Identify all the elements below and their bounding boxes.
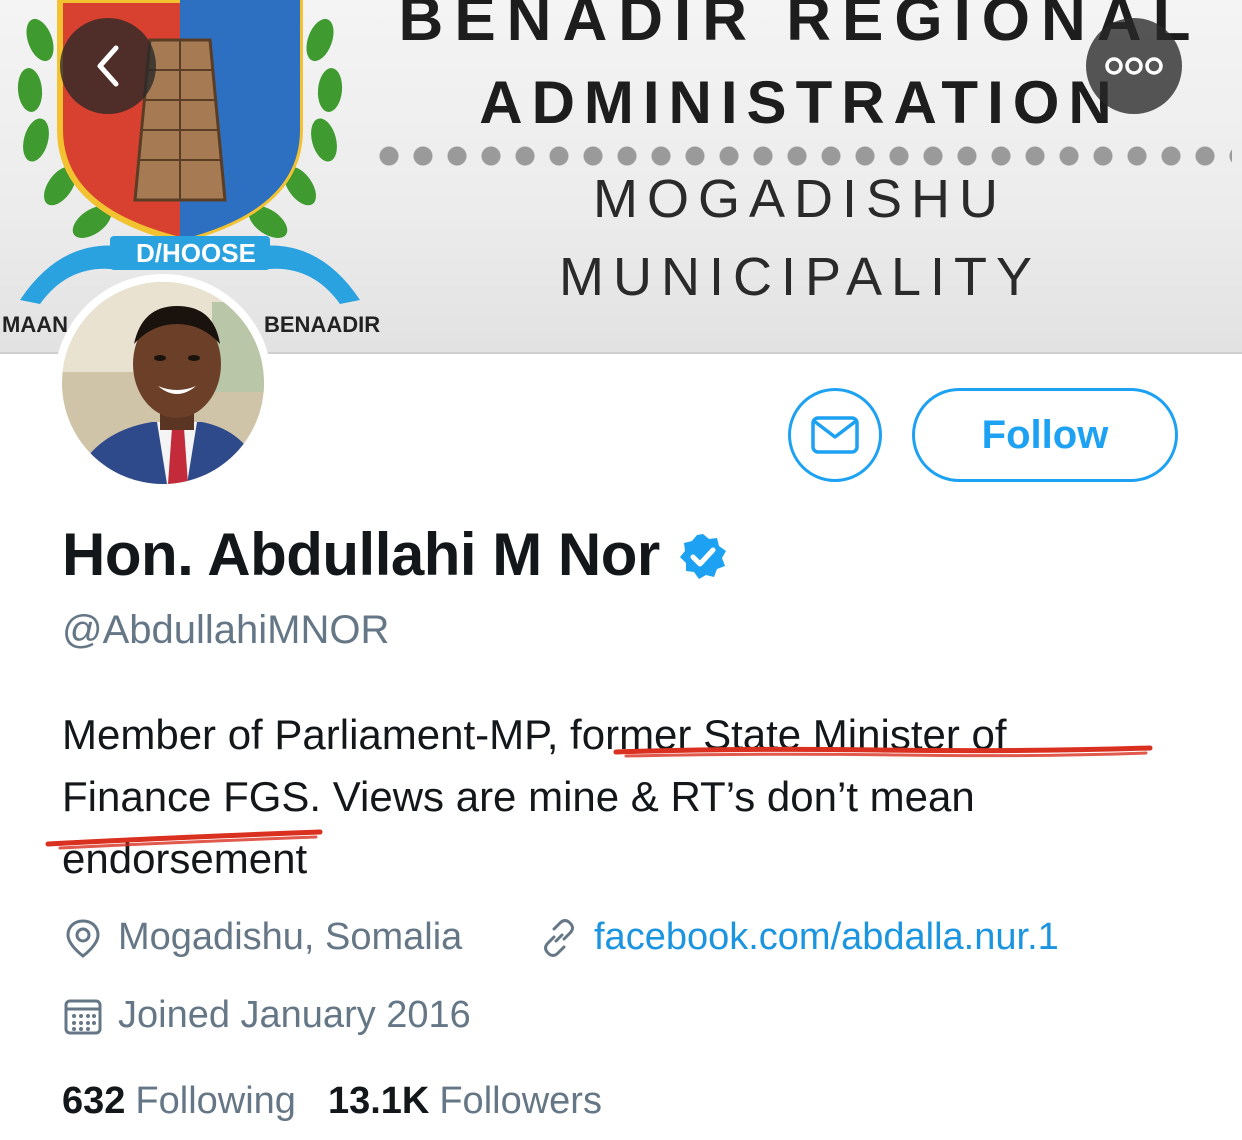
profile-avatar[interactable] [54, 274, 272, 492]
link-icon [544, 918, 574, 957]
followers-label: Followers [439, 1080, 602, 1122]
join-date-text: Joined January 2016 [118, 994, 471, 1036]
followers-count: 13.1K [327, 1080, 430, 1122]
following-stat[interactable]: 632 Following [62, 1080, 296, 1123]
follow-button[interactable]: Follow [912, 388, 1178, 482]
bio-line: Finance FGS. Views are mine & RT’s don’t… [62, 773, 975, 820]
crest-left-text: MAAN [2, 312, 68, 337]
bio-line: endorsement [62, 835, 308, 882]
display-name: Hon. Abdullahi M Nor [62, 521, 660, 588]
profile-stats: 632 Following 13.1K Followers [62, 1080, 634, 1123]
location-pin-icon [66, 918, 100, 958]
more-options-button[interactable] [1086, 18, 1182, 114]
calendar-icon [64, 999, 102, 1034]
location-text: Mogadishu, Somalia [118, 916, 463, 958]
profile-name-row: Hon. Abdullahi M Nor [62, 520, 728, 589]
banner-dot-divider [372, 146, 1232, 166]
back-button[interactable] [60, 18, 156, 114]
profile-location: Mogadishu, Somalia [62, 916, 462, 959]
profile-handle: @AbdullahiMNOR [62, 608, 390, 652]
bio-line: Member of Parliament-MP, former State Mi… [62, 711, 1007, 758]
profile-website-link[interactable]: facebook.com/abdalla.nur.1 [538, 916, 1059, 959]
website-text[interactable]: facebook.com/abdalla.nur.1 [594, 916, 1059, 959]
message-button[interactable] [788, 388, 882, 482]
envelope-icon [811, 416, 859, 454]
more-dots-icon [1105, 57, 1163, 75]
crest-ribbon-text: D/HOOSE [136, 238, 256, 268]
following-label: Following [135, 1080, 296, 1122]
profile-join-date: Joined January 2016 [62, 994, 471, 1037]
chevron-left-icon [97, 45, 119, 87]
verified-badge-icon [679, 533, 726, 579]
banner-title-line-4: MUNICIPALITY [558, 247, 1042, 307]
crest-right-text: BENAADIR [264, 312, 381, 337]
avatar-photo [62, 282, 264, 484]
followers-stat[interactable]: 13.1K Followers [328, 1080, 602, 1123]
banner-title-line-3: MOGADISHU [592, 169, 1008, 229]
following-count: 632 [62, 1080, 126, 1122]
